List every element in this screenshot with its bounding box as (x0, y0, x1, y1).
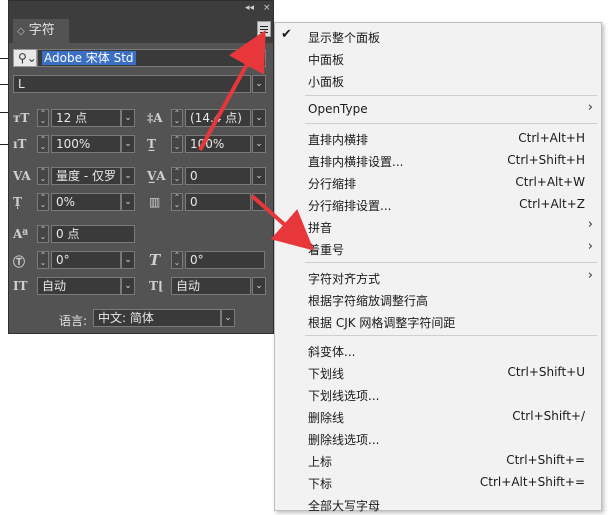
annotation-arrows (198, 29, 315, 251)
arrow-to-emphasis-mark (250, 194, 315, 251)
arrow-to-menu-button (198, 29, 266, 151)
